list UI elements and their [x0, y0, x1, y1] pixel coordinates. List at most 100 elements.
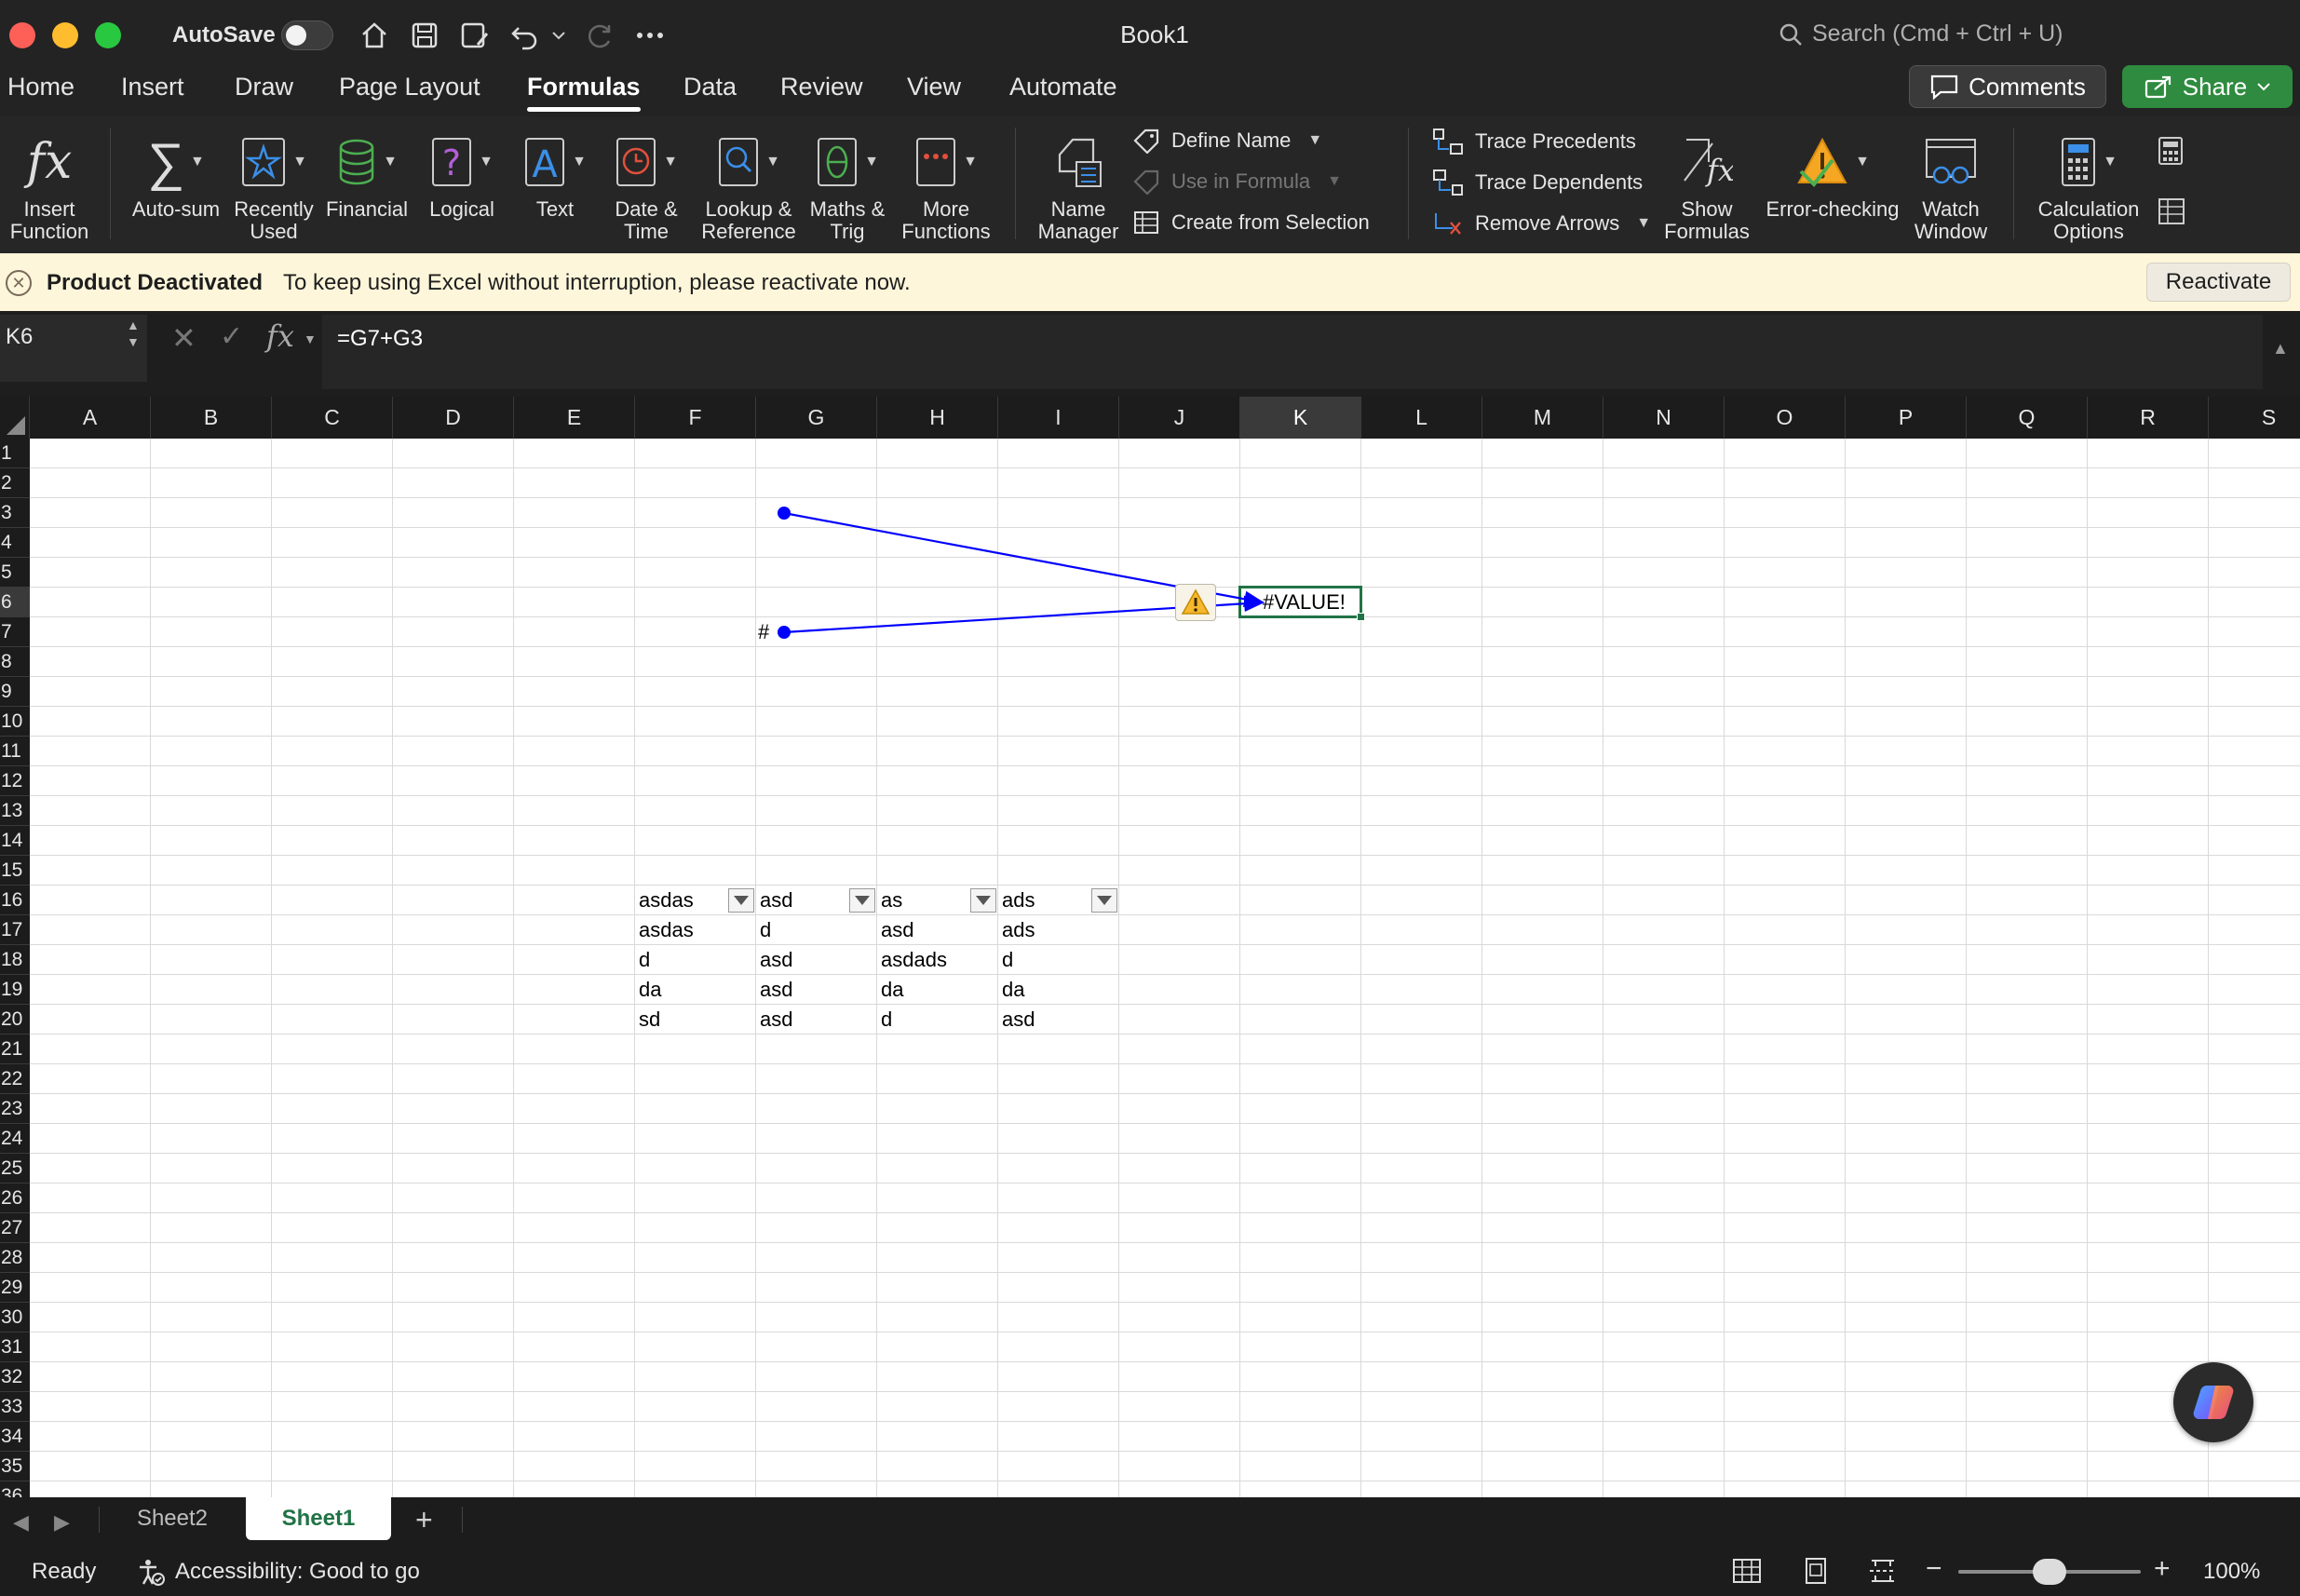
copilot-button[interactable]: [2173, 1362, 2253, 1442]
use-in-formula-button[interactable]: Use in Formula ▼: [1132, 169, 1342, 195]
share-button[interactable]: Share: [2122, 65, 2293, 108]
row-header-20[interactable]: 20: [0, 1005, 30, 1035]
sheet-tab-sheet1[interactable]: Sheet1: [246, 1497, 391, 1540]
home-icon[interactable]: [356, 17, 393, 54]
column-header-e[interactable]: E: [514, 397, 635, 439]
enter-formula-icon[interactable]: ✓: [220, 320, 243, 353]
tab-page-layout[interactable]: Page Layout: [339, 73, 480, 101]
cell-area[interactable]: asdas asd as ads asdas d asd ads d asd asdads d da as…: [30, 439, 2300, 1497]
tab-automate[interactable]: Automate: [1009, 73, 1117, 101]
logical-button[interactable]: ? ▼ Logical: [421, 126, 503, 221]
trace-dependents-button[interactable]: Trace Dependents: [1432, 169, 1643, 196]
financial-button[interactable]: ▼ Financial: [322, 126, 412, 221]
column-header-b[interactable]: B: [151, 397, 272, 439]
name-manager-button[interactable]: Name Manager: [1034, 126, 1123, 243]
select-all-corner[interactable]: [0, 397, 30, 439]
column-header-j[interactable]: J: [1119, 397, 1240, 439]
tab-home[interactable]: Home: [7, 73, 74, 101]
page-break-view-icon[interactable]: [1868, 1557, 1898, 1585]
row-header-6[interactable]: 6: [0, 588, 30, 617]
tab-formulas[interactable]: Formulas: [527, 73, 641, 101]
chevron-down-icon[interactable]: [2256, 81, 2271, 92]
chevron-down-icon[interactable]: ▼: [190, 151, 205, 173]
row-header-4[interactable]: 4: [0, 528, 30, 558]
zoom-slider-thumb[interactable]: [2033, 1559, 2066, 1585]
tab-draw[interactable]: Draw: [235, 73, 293, 101]
row-header-23[interactable]: 23: [0, 1094, 30, 1124]
row-header-27[interactable]: 27: [0, 1213, 30, 1243]
error-checking-button[interactable]: ▼ Error-checking: [1760, 126, 1905, 221]
remove-arrows-button[interactable]: Remove Arrows ▼: [1432, 210, 1651, 237]
row-header-9[interactable]: 9: [0, 677, 30, 707]
zoom-level[interactable]: 100%: [2203, 1559, 2260, 1585]
reactivate-button[interactable]: Reactivate: [2146, 263, 2291, 302]
undo-icon[interactable]: [507, 17, 544, 54]
row-header-32[interactable]: 32: [0, 1362, 30, 1392]
row-header-8[interactable]: 8: [0, 647, 30, 677]
watch-window-button[interactable]: Watch Window: [1911, 126, 1991, 243]
row-header-17[interactable]: 17: [0, 915, 30, 945]
cell-k6-value[interactable]: #VALUE!: [1263, 590, 1346, 615]
column-header-m[interactable]: M: [1482, 397, 1603, 439]
column-header-i[interactable]: I: [998, 397, 1119, 439]
insert-function-button[interactable]: fx Insert Function: [6, 126, 93, 243]
close-circle-icon[interactable]: ✕: [6, 270, 32, 296]
more-options-icon[interactable]: [631, 17, 669, 54]
row-header-29[interactable]: 29: [0, 1273, 30, 1303]
chevron-down-icon[interactable]: ▼: [963, 151, 978, 173]
autosum-button[interactable]: ∑ ▼ Auto-sum: [129, 126, 223, 221]
row-header-12[interactable]: 12: [0, 766, 30, 796]
window-close-button[interactable]: [9, 22, 35, 48]
column-header-h[interactable]: H: [877, 397, 998, 439]
column-header-o[interactable]: O: [1725, 397, 1846, 439]
column-header-q[interactable]: Q: [1967, 397, 2088, 439]
row-header-5[interactable]: 5: [0, 558, 30, 588]
date-time-button[interactable]: ▼ Date & Time: [605, 126, 687, 243]
row-header-13[interactable]: 13: [0, 796, 30, 826]
normal-view-icon[interactable]: [1732, 1557, 1762, 1585]
chevron-down-icon[interactable]: ▼: [1636, 215, 1651, 232]
row-header-35[interactable]: 35: [0, 1452, 30, 1481]
row-header-24[interactable]: 24: [0, 1124, 30, 1154]
row-header-19[interactable]: 19: [0, 975, 30, 1005]
zoom-out-button[interactable]: −: [1926, 1553, 1942, 1585]
tab-data[interactable]: Data: [683, 73, 737, 101]
row-header-34[interactable]: 34: [0, 1422, 30, 1452]
row-header-36[interactable]: 36: [0, 1481, 30, 1498]
next-sheet-icon[interactable]: ▶: [54, 1510, 70, 1535]
text-button[interactable]: A ▼ Text: [518, 126, 592, 221]
chevron-down-icon[interactable]: ▼: [765, 151, 780, 173]
undo-dropdown-chevron-icon[interactable]: [546, 17, 572, 54]
row-header-31[interactable]: 31: [0, 1332, 30, 1362]
calculate-now-icon[interactable]: [2157, 135, 2185, 171]
recently-used-button[interactable]: ▼ Recently Used: [231, 126, 317, 243]
chevron-down-icon[interactable]: ▼: [1327, 173, 1342, 190]
row-header-2[interactable]: 2: [0, 468, 30, 498]
save-as-icon[interactable]: [456, 17, 494, 54]
calculate-sheet-icon[interactable]: [2157, 196, 2188, 233]
zoom-in-button[interactable]: +: [2154, 1553, 2171, 1585]
row-header-22[interactable]: 22: [0, 1064, 30, 1094]
tab-view[interactable]: View: [907, 73, 961, 101]
row-header-26[interactable]: 26: [0, 1183, 30, 1213]
chevron-down-icon[interactable]: ▼: [1855, 151, 1870, 173]
chevron-down-icon[interactable]: ▼: [572, 151, 587, 173]
column-header-n[interactable]: N: [1603, 397, 1725, 439]
column-header-f[interactable]: F: [635, 397, 756, 439]
chevron-down-icon[interactable]: ▼: [292, 151, 307, 173]
page-layout-view-icon[interactable]: [1801, 1557, 1831, 1585]
chevron-down-icon[interactable]: ▼: [663, 151, 678, 173]
chevron-down-icon[interactable]: ▼: [1307, 132, 1322, 149]
row-header-28[interactable]: 28: [0, 1243, 30, 1273]
row-header-33[interactable]: 33: [0, 1392, 30, 1422]
chevron-down-icon[interactable]: ▼: [864, 151, 879, 173]
accessibility-status[interactable]: Accessibility: Good to go: [136, 1557, 420, 1587]
create-from-selection-button[interactable]: Create from Selection: [1132, 210, 1370, 236]
row-header-10[interactable]: 10: [0, 707, 30, 737]
row-header-1[interactable]: 1: [0, 439, 30, 468]
formula-input[interactable]: =G7+G3: [322, 315, 2263, 389]
column-header-s[interactable]: S: [2209, 397, 2300, 439]
column-header-d[interactable]: D: [393, 397, 514, 439]
row-header-21[interactable]: 21: [0, 1035, 30, 1064]
comments-button[interactable]: Comments: [1909, 65, 2106, 108]
